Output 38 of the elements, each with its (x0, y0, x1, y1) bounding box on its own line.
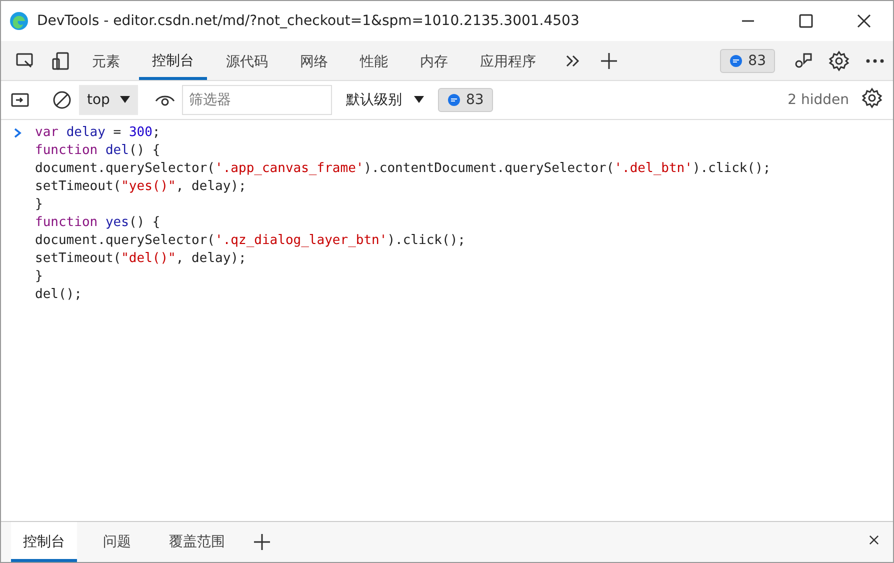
browser-logo-icon (9, 11, 29, 31)
code-line: setTimeout("yes()", delay); (35, 178, 248, 196)
code-line: } (35, 268, 44, 286)
device-icon[interactable] (50, 50, 72, 72)
message-icon (446, 93, 461, 107)
code-line: function yes() { (35, 214, 162, 232)
code-line: function del() { (35, 142, 162, 160)
code-line: } (35, 196, 44, 214)
window-title: DevTools - editor.csdn.net/md/?not_checkout=1&spm=1010.2135.3001.4503 (37, 13, 580, 29)
messages-badge[interactable]: 83 (438, 88, 493, 112)
prompt-chevron-icon (14, 128, 22, 138)
code-line: document.querySelector('.qz_dialog_layer_btn').click(); (35, 232, 466, 250)
issues-badge[interactable]: 83 (720, 48, 775, 72)
filter-field[interactable]: 筛选器 (182, 85, 332, 115)
clear-console-icon[interactable] (51, 89, 73, 111)
caret-icon (414, 96, 424, 104)
code-line: del(); (35, 286, 83, 304)
code-line: setTimeout("del()", delay); (35, 250, 248, 268)
context-dropdown[interactable]: top (79, 85, 138, 115)
drawer-tab[interactable]: 覆盖范围 (157, 522, 237, 562)
panel-tab[interactable]: 性能 (347, 42, 401, 80)
message-icon (729, 54, 744, 68)
panel-tab[interactable]: 源代码 (213, 42, 281, 80)
caret-icon (120, 96, 130, 104)
drawer-tab[interactable]: 问题 (91, 522, 143, 562)
code-line: document.querySelector('.app_canvas_frame').contentDocument.querySelector('.del_btn').click(); (35, 160, 772, 178)
code-line: var delay = 300; (35, 124, 160, 142)
settings-icon[interactable] (828, 50, 850, 72)
panel-tab[interactable]: 元素 (79, 42, 133, 80)
hidden-count: 2 hidden (788, 92, 849, 108)
panel-tab[interactable]: 应用程序 (467, 42, 549, 80)
panel-tab[interactable]: 内存 (407, 42, 461, 80)
panel-tab[interactable]: 控制台 (139, 42, 207, 80)
log-level-dropdown[interactable]: 默认级别 (338, 91, 432, 109)
add-icon[interactable] (251, 531, 273, 553)
settings-icon[interactable] (861, 87, 883, 109)
drawer-tab[interactable]: 控制台 (11, 522, 77, 562)
panel-tab[interactable]: 网络 (287, 42, 341, 80)
